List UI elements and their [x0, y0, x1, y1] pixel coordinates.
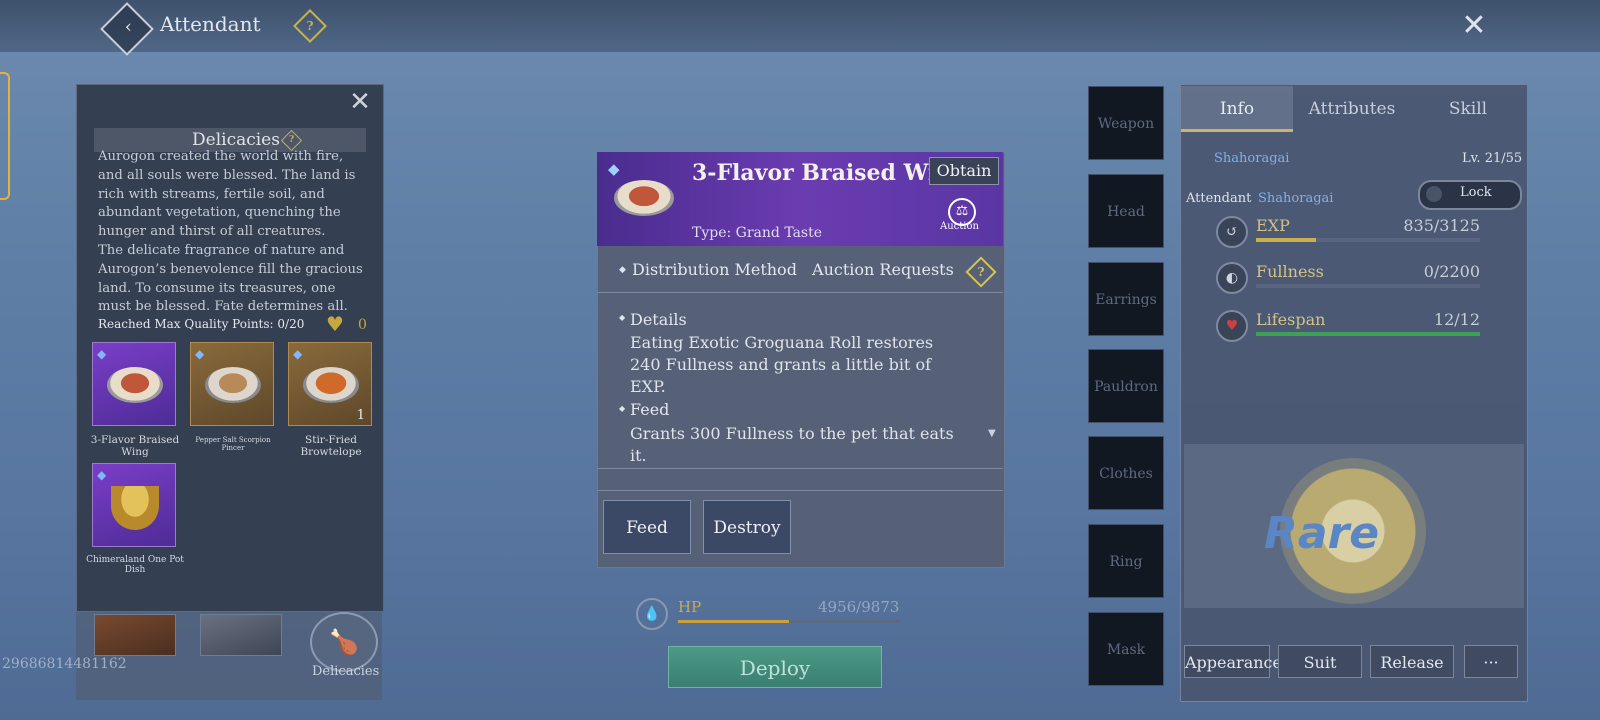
stat-bar-fill: [1256, 238, 1316, 242]
hp-label: HP: [678, 598, 702, 616]
item-slot[interactable]: ◆: [92, 463, 176, 547]
divider: [597, 292, 1003, 293]
feed-button[interactable]: Feed: [603, 500, 691, 554]
info-panel: [1180, 84, 1528, 702]
details-title: Details: [630, 310, 687, 329]
item-name: Chimeraland One Pot Dish: [86, 555, 184, 575]
divider: [597, 490, 1003, 491]
page-title: Attendant: [160, 12, 261, 36]
distribution-row: Distribution Method Auction Requests: [632, 260, 954, 279]
tab-info[interactable]: Info: [1181, 86, 1293, 132]
chevron-down-icon[interactable]: ▼: [988, 428, 996, 439]
equip-slot-ring[interactable]: Ring: [1088, 524, 1164, 598]
heart-icon: ♥: [1216, 310, 1248, 342]
quality-points: Reached Max Quality Points: 0/20: [98, 317, 305, 331]
delicacies-button-label: Delicacies: [312, 664, 380, 679]
auction-label: Auction: [940, 221, 979, 232]
lock-label: Lock: [1460, 185, 1492, 200]
pet-name: Shahoragai: [1214, 151, 1290, 166]
close-icon[interactable]: ✕: [346, 88, 374, 116]
dish-image: [614, 180, 674, 216]
stomach-icon: ◐: [1216, 262, 1248, 294]
attendant-label: Attendant: [1186, 191, 1252, 206]
item-count: 1: [356, 408, 365, 423]
distribution-label: Distribution Method: [632, 260, 797, 279]
side-tab-highlight[interactable]: [0, 72, 10, 200]
player-id: 29686814481162: [2, 656, 127, 672]
hp-bar-fill: [678, 620, 790, 623]
bullet-icon: ◆: [619, 265, 626, 275]
gem-icon: ◆: [293, 347, 303, 361]
stat-value: 0/2200: [1423, 262, 1480, 281]
bullet-icon: ◆: [619, 404, 626, 413]
question-icon: ?: [977, 265, 985, 279]
more-button[interactable]: ···: [1464, 645, 1518, 678]
equip-slot-mask[interactable]: Mask: [1088, 612, 1164, 686]
pet-level: Lv. 21/55: [1462, 151, 1523, 166]
release-button[interactable]: Release: [1370, 645, 1454, 678]
item-slot[interactable]: ◆: [190, 342, 274, 426]
stat-bar-track: [1256, 284, 1480, 288]
exp-icon: ↺: [1216, 216, 1248, 248]
question-icon: ?: [306, 19, 314, 33]
heart-count: 0: [358, 317, 367, 333]
hp-value: 4956/9873: [818, 598, 900, 616]
item-title: 3-Flavor Braised Wing: [692, 160, 968, 186]
gem-icon: ◆: [97, 347, 107, 361]
suit-button[interactable]: Suit: [1278, 645, 1362, 678]
equip-slot-clothes[interactable]: Clothes: [1088, 436, 1164, 510]
tab-attributes[interactable]: Attributes: [1296, 86, 1408, 132]
lore-text: Aurogon created the world with fire, and…: [98, 149, 363, 315]
drop-icon: 💧: [636, 598, 668, 630]
dish-image: [205, 367, 261, 403]
item-type: Type: Grand Taste: [692, 225, 823, 241]
chevron-left-icon: ‹: [124, 16, 133, 38]
close-button[interactable]: ✕: [1458, 10, 1490, 42]
attendant-name: Shahoragai: [1258, 191, 1334, 206]
destroy-button[interactable]: Destroy: [703, 500, 791, 554]
delicacies-title: Delicacies: [192, 130, 280, 150]
delicacies-icon[interactable]: 🍗: [310, 612, 378, 672]
stat-label: Fullness: [1256, 262, 1324, 281]
equip-slot-weapon[interactable]: Weapon: [1088, 86, 1164, 160]
heart-icon: ♥: [326, 312, 344, 336]
tab-skill[interactable]: Skill: [1412, 86, 1524, 132]
item-name: 3-Flavor Braised Wing: [90, 434, 180, 458]
feed-title: Feed: [630, 400, 670, 419]
distribution-value: Auction Requests: [812, 260, 954, 279]
equip-slot-head[interactable]: Head: [1088, 174, 1164, 248]
stat-bar-fill: [1256, 332, 1480, 336]
stat-value: 835/3125: [1403, 216, 1480, 235]
stat-label: Lifespan: [1256, 310, 1326, 329]
bullet-icon: ◆: [619, 313, 626, 322]
equip-slot-pauldron[interactable]: Pauldron: [1088, 349, 1164, 423]
item-slot[interactable]: ◆ 1: [288, 342, 372, 426]
obtain-button[interactable]: Obtain: [929, 157, 999, 185]
pot-image: [111, 486, 159, 530]
feed-text: Grants 300 Fullness to the pet that eats…: [630, 424, 954, 465]
appearance-button[interactable]: Appearance: [1184, 645, 1282, 678]
lock-toggle[interactable]: Lock: [1418, 180, 1522, 210]
equip-slot-earrings[interactable]: Earrings: [1088, 262, 1164, 336]
dish-image: [107, 367, 163, 403]
item-name: Stir-Fried Browtelope: [300, 434, 362, 458]
pet-portrait[interactable]: [200, 614, 282, 656]
pet-portrait[interactable]: [94, 614, 176, 656]
toggle-knob: [1426, 186, 1442, 202]
dish-image: [303, 367, 359, 403]
item-slot[interactable]: ◆: [92, 342, 176, 426]
item-name: Pepper Salt Scorpion Pincer: [195, 436, 271, 452]
rarity-label: Rare: [1264, 508, 1380, 559]
deploy-button[interactable]: Deploy: [668, 646, 882, 688]
stat-value: 12/12: [1433, 310, 1480, 329]
gem-icon: ◆: [195, 347, 205, 361]
divider: [597, 468, 1003, 469]
details-text: Eating Exotic Groguana Roll restores 240…: [630, 333, 934, 396]
gem-icon: ◆: [608, 160, 620, 178]
gem-icon: ◆: [97, 468, 107, 482]
stat-label: EXP: [1256, 216, 1290, 235]
